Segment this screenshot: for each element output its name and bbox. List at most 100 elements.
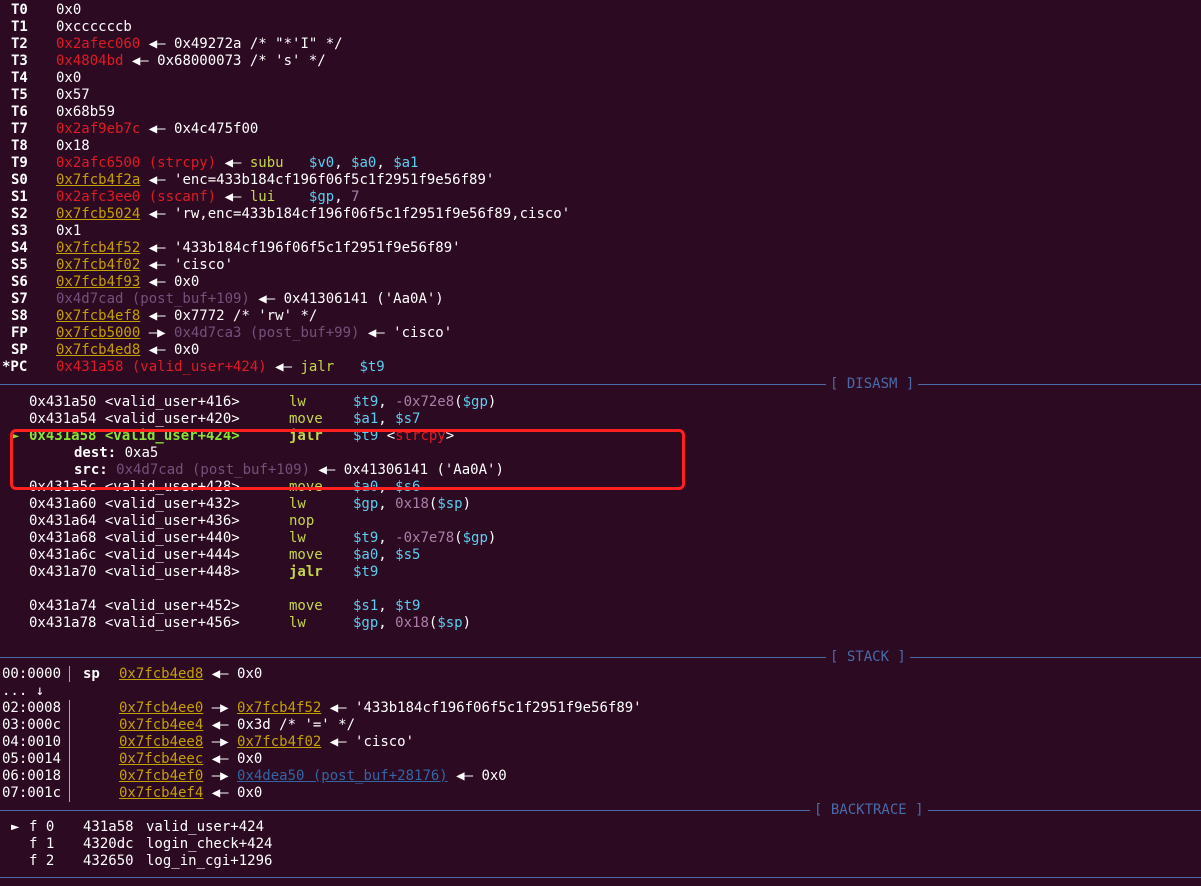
address-link[interactable]: 0x7fcb5024: [56, 206, 140, 222]
bottom-rule: [0, 869, 1201, 886]
value-text: ,: [378, 547, 396, 563]
register-value: 0x2af9eb7c ◀— 0x4c475f00: [56, 121, 258, 138]
register-value: 0x0: [56, 70, 81, 87]
address-link[interactable]: 0x7fcb4ee8: [119, 734, 203, 750]
address-link[interactable]: 0x7fcb4f02: [237, 734, 321, 750]
stack-title: [ STACK ]: [826, 649, 910, 666]
address-link[interactable]: 0x7fcb4ee0: [119, 700, 203, 716]
address-link[interactable]: 0x7fcb4ee4: [119, 717, 203, 733]
value-text: —▶: [203, 700, 238, 716]
register-name: T2: [11, 36, 28, 52]
value-text: $sp: [437, 496, 463, 512]
value-text: ): [487, 530, 497, 546]
address-link[interactable]: 0x7fcb4f93: [56, 274, 140, 290]
instruction-opcode: lw: [289, 496, 306, 512]
value-text: ◀— 0x68000073 /* 's' */: [123, 53, 326, 69]
stack-separator: [ STACK ]: [0, 649, 1201, 666]
value-text: $t9: [359, 359, 385, 375]
instruction-opcode: move: [289, 411, 323, 427]
address-link[interactable]: 0x7fcb4f2a: [56, 172, 140, 188]
value-text: ,: [378, 394, 396, 410]
value-text: subu: [249, 155, 284, 171]
instruction-operands: $a0, $s5: [353, 547, 420, 564]
address-link[interactable]: 0x7fcb4ed8: [56, 342, 140, 358]
instruction-operands: $gp, 0x18($sp): [353, 615, 471, 632]
address-link[interactable]: 0x7fcb4f52: [56, 240, 140, 256]
register-row: T6 0x68b59: [0, 104, 1201, 121]
value-text: ◀— 0x0: [140, 342, 200, 358]
value-text: 0x2afc6500 (strcpy): [56, 155, 217, 171]
stack-value: 0x7fcb4eec ◀— 0x0: [119, 751, 262, 768]
register-row: T8 0x18: [0, 138, 1201, 155]
value-text: $a0: [353, 547, 379, 563]
register-value: 0x7fcb4f02 ◀— 'cisco': [56, 257, 233, 274]
value-text: ◀— 'rw,enc=433b184cf196f06f5c1f2951f9e56…: [140, 206, 571, 222]
register-name: T6: [11, 104, 28, 120]
register-value: 0x2afc6500 (strcpy) ◀— subu $v0, $a0, $a…: [56, 155, 419, 172]
value-text: $t9: [353, 564, 379, 580]
stack-register-label: sp: [83, 666, 100, 682]
value-text: $t9: [353, 530, 379, 546]
value-text: $s1: [353, 598, 379, 614]
address-link[interactable]: 0x7fcb4f02: [56, 257, 140, 273]
stack-offset: 06:0018: [2, 768, 62, 784]
register-row: S6 0x7fcb4f93 ◀— 0x0: [0, 274, 1201, 291]
address-link[interactable]: 0x4dea50 (post_buf+28176): [237, 768, 448, 784]
register-row: T4 0x0: [0, 70, 1201, 87]
register-value: 0x1: [56, 223, 81, 240]
instruction-operands: $t9: [353, 564, 378, 581]
value-text: ◀— '433b184cf196f06f5c1f2951f9e56f89': [140, 240, 461, 256]
value-text: ◀— 0x0: [447, 768, 507, 784]
register-value: 0x7fcb4f2a ◀— 'enc=433b184cf196f06f5c1f2…: [56, 172, 494, 189]
value-text: 0x1: [56, 223, 82, 239]
instruction-address: 0x431a6c <valid_user+444>: [29, 547, 240, 563]
stack-offset: 03:000c: [2, 717, 62, 733]
register-value: 0x431a58 (valid_user+424) ◀— jalr $t9: [56, 359, 385, 376]
value-text: [284, 155, 309, 171]
register-name: *PC: [2, 359, 28, 375]
register-name: S6: [11, 274, 28, 290]
register-name: T7: [11, 121, 28, 137]
register-row: S4 0x7fcb4f52 ◀— '433b184cf196f06f5c1f295…: [0, 240, 1201, 257]
value-text: ◀—: [266, 359, 301, 375]
value-text: ): [487, 394, 497, 410]
address-link[interactable]: 0x7fcb4eec: [119, 751, 203, 767]
value-text: 0x4804bd: [56, 53, 124, 69]
value-text: $gp: [462, 394, 488, 410]
stack-value: 0x7fcb4ed8 ◀— 0x0: [119, 666, 262, 683]
address-link[interactable]: 0x7fcb4ef8: [56, 308, 140, 324]
value-text: -0x72e8: [395, 394, 455, 410]
register-row: S7 0x4d7cad (post_buf+109) ◀— 0x41306141 …: [0, 291, 1201, 308]
value-text: $a0: [351, 155, 377, 171]
register-row: S1 0x2afc3ee0 (sscanf) ◀— lui $gp, 7: [0, 189, 1201, 206]
register-value: 0xccccccb: [56, 19, 132, 36]
value-text: $t9: [395, 598, 421, 614]
address-link[interactable]: 0x7fcb4ef0: [119, 768, 203, 784]
instruction-operands: $t9, -0x72e8($gp): [353, 394, 496, 411]
address-link[interactable]: 0x7fcb4ed8: [119, 666, 203, 682]
value-text: $sp: [437, 615, 463, 631]
value-text: 0x2afc3ee0 (sscanf): [56, 189, 217, 205]
address-link[interactable]: 0x7fcb4f52: [237, 700, 321, 716]
address-link[interactable]: 0x7fcb4ef4: [119, 785, 203, 801]
value-text: lui: [249, 189, 276, 205]
frame-number: f 2: [29, 853, 55, 869]
value-text: ,: [378, 496, 396, 512]
register-value: 0x0: [56, 2, 81, 19]
instruction-opcode: lw: [289, 615, 306, 631]
register-value: 0x7fcb4ef8 ◀— 0x7772 /* 'rw' */: [56, 308, 317, 325]
value-text: —▶: [203, 768, 238, 784]
value-text: ,: [334, 155, 352, 171]
value-text: [334, 359, 359, 375]
register-row: SP 0x7fcb4ed8 ◀— 0x0: [0, 342, 1201, 359]
register-value: 0x18: [56, 138, 90, 155]
register-name: FP: [11, 325, 28, 341]
value-text: $s7: [395, 411, 421, 427]
register-name: S7: [11, 291, 28, 307]
register-value: 0x57: [56, 87, 90, 104]
address-link[interactable]: 0x7fcb5000: [56, 325, 140, 341]
instruction-operands: $a1, $s7: [353, 411, 420, 428]
value-text: ,: [376, 155, 394, 171]
instruction-operands: $gp, 0x18($sp): [353, 496, 471, 513]
register-value: 0x7fcb5000 —▶ 0x4d7ca3 (post_buf+99) ◀— …: [56, 325, 452, 342]
